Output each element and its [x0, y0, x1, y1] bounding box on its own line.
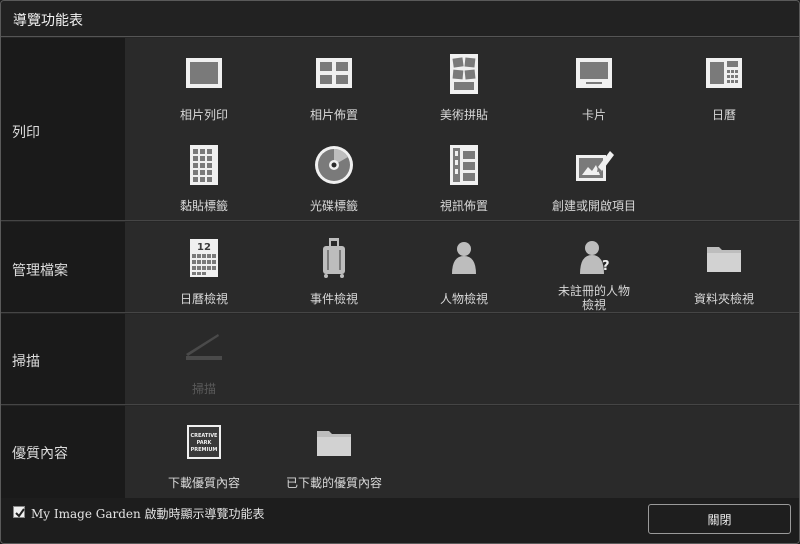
section-premium-contents: 優質內容 CREATIVE PARK PREMIUM 下載優質內容 已下載的優質…: [1, 406, 799, 498]
svg-text:?: ?: [602, 259, 610, 274]
section-scan: 掃描 掃描: [1, 314, 799, 405]
event-view-button[interactable]: 事件檢視: [264, 236, 404, 306]
section-print: 列印 相片列印 相片佈置 美術拼貼 卡片 日曆 黏貼標籤 光碟標籤 視訊佈置 創…: [1, 38, 799, 221]
section-label-column: 管理檔案: [1, 222, 125, 312]
video-layout-icon: [450, 145, 478, 185]
navigation-menu-window: 導覽功能表 列印 相片列印 相片佈置 美術拼貼 卡片 日曆 黏貼標籤 光碟標籤 …: [0, 0, 800, 544]
item-label: 日曆檢視: [179, 292, 228, 306]
sticker-icon: [190, 145, 218, 185]
section-label-manage-files: 管理檔案: [12, 263, 68, 279]
item-label: 卡片: [581, 108, 606, 122]
section-label-column: 優質內容: [1, 406, 125, 498]
person-view-button[interactable]: 人物檢視: [394, 236, 534, 306]
card-icon: [576, 58, 612, 88]
item-label: 日曆: [711, 108, 736, 122]
item-label: 創建或開啟項目: [551, 199, 636, 213]
person-view-icon: [452, 242, 476, 274]
card-button[interactable]: 卡片: [524, 52, 664, 122]
calendar-icon: [706, 58, 742, 88]
video-layout-button[interactable]: 視訊佈置: [394, 143, 534, 213]
unregistered-person-view-button[interactable]: ? 未註冊的人物 檢視: [524, 236, 664, 312]
section-content: 12 日曆檢視 事件檢視 人物檢視 ? 未註冊的人物 檢視 資料夾檢視: [125, 222, 799, 312]
item-label: 相片佈置: [309, 108, 358, 122]
section-label-column: 掃描: [1, 314, 125, 404]
logo-line-2: PARK: [197, 440, 213, 446]
item-label: 未註冊的人物 檢視: [557, 284, 630, 312]
item-label: 事件檢視: [309, 292, 358, 306]
unregistered-person-icon: ?: [580, 241, 610, 274]
photo-print-button[interactable]: 相片列印: [134, 52, 274, 122]
section-manage-files: 管理檔案 12 日曆檢視 事件檢視 人物檢視 ? 未註冊的人物 檢視 資料夾檢視: [1, 222, 799, 313]
show-on-startup-label[interactable]: My Image Garden 啟動時顯示導覽功能表: [31, 505, 265, 522]
creative-park-premium-icon: CREATIVE PARK PREMIUM: [187, 425, 221, 459]
photo-layout-button[interactable]: 相片佈置: [264, 52, 404, 122]
close-button[interactable]: 關閉: [648, 504, 791, 534]
section-label-scan: 掃描: [12, 354, 40, 370]
create-open-item-icon: [576, 151, 614, 181]
svg-text:12: 12: [197, 242, 211, 253]
item-label: 相片列印: [179, 108, 228, 122]
show-on-startup-checkbox[interactable]: [13, 506, 25, 518]
title-bar: 導覽功能表: [1, 1, 799, 37]
window-title: 導覽功能表: [13, 13, 83, 29]
download-premium-contents-button[interactable]: CREATIVE PARK PREMIUM 下載優質內容: [134, 420, 274, 490]
folder-view-button[interactable]: 資料夾檢視: [654, 236, 794, 306]
photo-layout-icon: [316, 58, 352, 88]
logo-line-3: PREMIUM: [191, 447, 218, 453]
section-label-print: 列印: [12, 125, 40, 141]
scan-button[interactable]: 掃描: [134, 326, 274, 396]
checkmark-icon: [15, 508, 25, 518]
calendar-view-button[interactable]: 12 日曆檢視: [134, 236, 274, 306]
item-label: 光碟標籤: [309, 199, 358, 213]
downloaded-premium-contents-button[interactable]: 已下載的優質內容: [264, 420, 404, 490]
section-label-premium-contents: 優質內容: [12, 446, 68, 462]
folder-view-icon: [707, 247, 741, 272]
item-label: 視訊佈置: [439, 199, 488, 213]
sticker-button[interactable]: 黏貼標籤: [134, 143, 274, 213]
collage-button[interactable]: 美術拼貼: [394, 52, 534, 122]
collage-icon: [450, 54, 478, 94]
item-label: 人物檢視: [439, 292, 488, 306]
disc-label-icon: [315, 146, 353, 184]
section-content: CREATIVE PARK PREMIUM 下載優質內容 已下載的優質內容: [125, 406, 799, 498]
calendar-view-icon: 12: [190, 239, 218, 277]
item-label: 美術拼貼: [439, 108, 488, 122]
item-label: 已下載的優質內容: [285, 476, 382, 490]
item-label: 下載優質內容: [167, 476, 240, 490]
section-content: 相片列印 相片佈置 美術拼貼 卡片 日曆 黏貼標籤 光碟標籤 視訊佈置 創建或開…: [125, 38, 799, 220]
calendar-button[interactable]: 日曆: [654, 52, 794, 122]
logo-line-1: CREATIVE: [191, 433, 219, 439]
create-open-item-button[interactable]: 創建或開啟項目: [524, 143, 664, 213]
item-label: 掃描: [191, 382, 216, 396]
scanner-icon: [186, 334, 222, 360]
footer-bar: My Image Garden 啟動時顯示導覽功能表 關閉: [1, 498, 799, 543]
event-view-icon: [323, 238, 345, 278]
item-label: 資料夾檢視: [693, 292, 754, 306]
item-label: 黏貼標籤: [179, 199, 228, 213]
downloaded-folder-icon: [317, 431, 351, 456]
photo-print-icon: [186, 58, 222, 88]
disc-label-button[interactable]: 光碟標籤: [264, 143, 404, 213]
section-content: 掃描: [125, 314, 799, 404]
section-label-column: 列印: [1, 38, 125, 220]
